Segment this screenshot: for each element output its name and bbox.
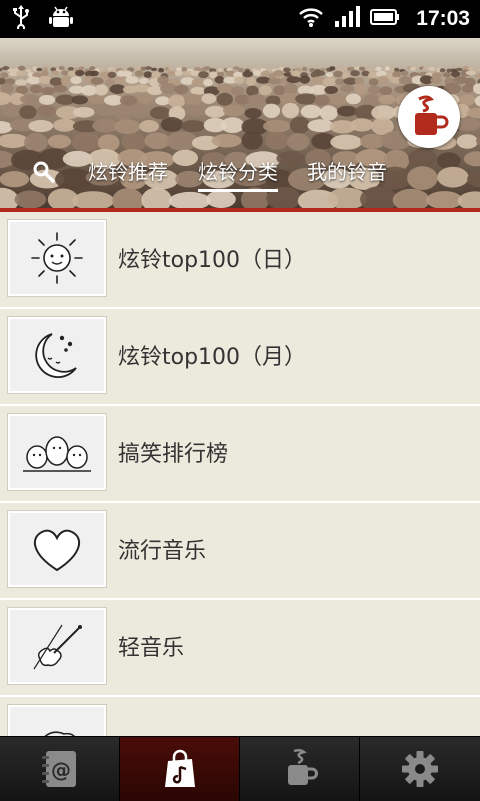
- search-button[interactable]: [32, 160, 56, 184]
- thumbnail: [7, 413, 107, 491]
- list-item-label: 轻音乐: [118, 630, 184, 662]
- battery-icon: [370, 7, 400, 31]
- gear-icon: [398, 747, 442, 791]
- list-item-funny-chart[interactable]: 搞笑排行榜: [0, 406, 480, 503]
- signal-icon: [334, 6, 360, 32]
- app-logo[interactable]: [398, 86, 460, 148]
- svg-text:@: @: [51, 758, 71, 782]
- thumbnail: [7, 607, 107, 685]
- android-debug-icon: [48, 4, 74, 34]
- thumbnail: [7, 316, 107, 394]
- list-item-label: 流行音乐: [118, 533, 206, 565]
- search-icon: [32, 160, 56, 184]
- coffee-cup-icon: [278, 747, 322, 791]
- music-bag-icon: [158, 747, 202, 791]
- wifi-icon: [298, 6, 324, 32]
- status-bar: 17:03: [0, 0, 480, 38]
- list-item-partial[interactable]: [0, 697, 480, 736]
- moon-icon: [22, 324, 92, 386]
- chicks-icon: [19, 421, 95, 483]
- list-item-pop-music[interactable]: 流行音乐: [0, 503, 480, 600]
- thumbnail: [7, 704, 107, 736]
- list-item-top100-month[interactable]: 炫铃top100（月）: [0, 309, 480, 406]
- usb-icon: [12, 5, 30, 33]
- thumbnail: [7, 219, 107, 297]
- violin-icon: [22, 615, 92, 677]
- header-banner: 炫铃推荐 炫铃分类 我的铃音: [0, 38, 480, 210]
- tab-recommended[interactable]: 炫铃推荐: [88, 158, 168, 192]
- nav-coffee[interactable]: [240, 737, 360, 801]
- thumbnail: [7, 510, 107, 588]
- coffee-logo-icon: [405, 93, 453, 141]
- tab-categories[interactable]: 炫铃分类: [198, 158, 278, 192]
- sun-icon: [22, 227, 92, 289]
- category-list: 炫铃top100（日） 炫铃top100（月） 搞笑排行榜: [0, 212, 480, 736]
- address-book-icon: @: [38, 747, 82, 791]
- list-item-label: 炫铃top100（日）: [118, 242, 306, 274]
- nav-store[interactable]: [120, 737, 240, 801]
- list-item-label: 炫铃top100（月）: [118, 339, 306, 371]
- clock: 17:03: [416, 7, 470, 31]
- partial-icon: [22, 712, 92, 736]
- bottom-navigation: @: [0, 736, 480, 801]
- list-item-label: 搞笑排行榜: [118, 436, 228, 468]
- tab-my-ringtones[interactable]: 我的铃音: [307, 158, 387, 192]
- list-item-light-music[interactable]: 轻音乐: [0, 600, 480, 697]
- nav-contacts[interactable]: @: [0, 737, 120, 801]
- nav-settings[interactable]: [360, 737, 480, 801]
- heart-icon: [22, 518, 92, 580]
- list-item-top100-day[interactable]: 炫铃top100（日）: [0, 212, 480, 309]
